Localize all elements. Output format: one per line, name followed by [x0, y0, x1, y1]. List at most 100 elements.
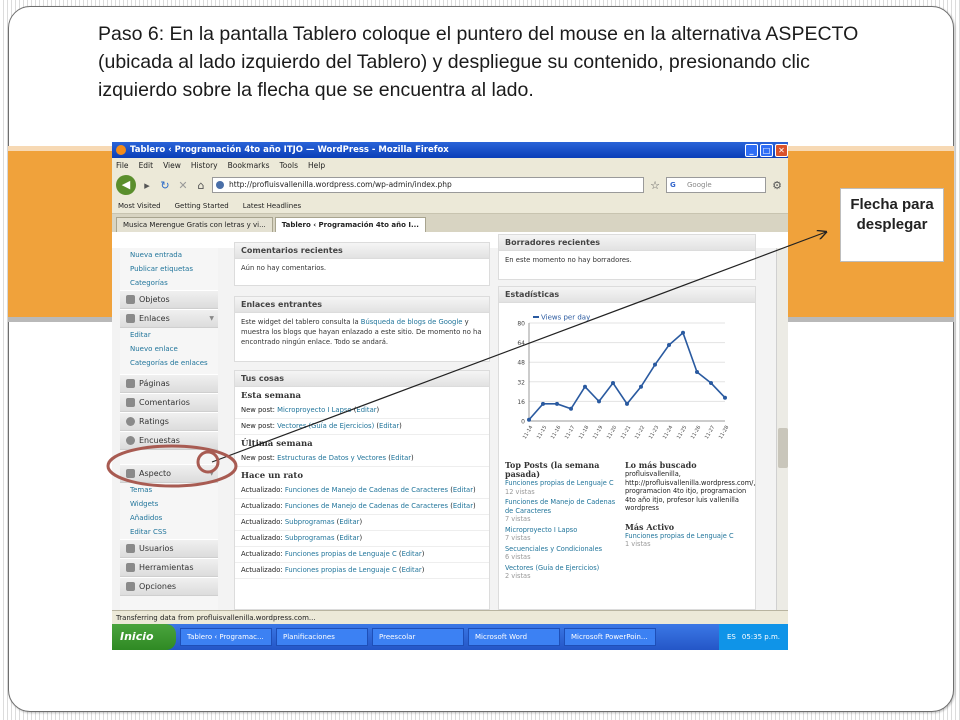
task-word[interactable]: Microsoft Word — [468, 628, 560, 646]
start-button[interactable]: Inicio — [112, 624, 176, 650]
post-link[interactable]: Funciones propias de Lenguaje C — [285, 566, 397, 574]
mas-activo-link[interactable]: Funciones propias de Lenguaje C — [625, 532, 755, 541]
edit-link[interactable]: Editar — [339, 534, 359, 542]
menu-tools[interactable]: Tools — [280, 161, 298, 170]
admin-sidebar: Nueva entrada Publicar etiquetas Categor… — [120, 248, 218, 610]
sidebar-categorias[interactable]: Categorías — [120, 276, 218, 290]
post-link[interactable]: Funciones de Manejo de Cadenas de Caract… — [285, 486, 448, 494]
post-link[interactable]: Subprogramas — [285, 518, 335, 526]
addons-icon[interactable]: ⚙ — [770, 179, 784, 192]
edit-link[interactable]: Editar — [356, 406, 376, 414]
post-link[interactable]: Subprogramas — [285, 534, 335, 542]
sidebar-publicar-etiquetas[interactable]: Publicar etiquetas — [120, 262, 218, 276]
chevron-down-icon[interactable]: ▼ — [209, 315, 214, 322]
forward-icon[interactable]: ▸ — [140, 179, 154, 192]
activity-row: New post: Microproyecto I Lapso (Editar) — [235, 403, 489, 419]
sidebar-item-label: Páginas — [139, 379, 170, 388]
sidebar-item-paginas[interactable]: Páginas — [120, 374, 218, 393]
edit-link[interactable]: Editar — [453, 502, 473, 510]
bookmark-getting-started[interactable]: Getting Started — [175, 202, 229, 210]
edit-link[interactable]: Editar — [391, 454, 411, 462]
browser-screenshot: Tablero ‹ Programación 4to año ITJO — Wo… — [112, 142, 788, 650]
widget-title: Tus cosas — [235, 371, 489, 387]
menu-file[interactable]: File — [116, 161, 129, 170]
widget-estadisticas: Estadísticas 0 16 32 48 64 80 Views per day 11-… — [498, 286, 756, 610]
sidebar-item-objetos[interactable]: Objetos — [120, 290, 218, 309]
home-icon[interactable]: ⌂ — [194, 179, 208, 192]
sidebar-item-label: Usuarios — [139, 544, 174, 553]
search-terms: profluisvallenilla, http://profluisvalle… — [625, 470, 756, 512]
edit-link[interactable]: Editar — [339, 518, 359, 526]
post-link[interactable]: Funciones propias de Lenguaje C — [285, 550, 397, 558]
activity-row: Actualizado: Funciones propias de Lengua… — [235, 563, 489, 579]
data-point — [597, 399, 601, 404]
post-link[interactable]: Estructuras de Datos y Vectores — [277, 454, 386, 462]
google-blog-search-link[interactable]: Búsqueda de blogs de Google — [361, 318, 463, 326]
vertical-scrollbar[interactable] — [776, 248, 788, 610]
maximize-icon[interactable]: □ — [760, 143, 773, 157]
menu-bookmarks[interactable]: Bookmarks — [228, 161, 270, 170]
sidebar-item-usuarios[interactable]: Usuarios — [120, 539, 218, 558]
clock: 05:35 p.m. — [741, 633, 780, 641]
top-post-link[interactable]: Secuenciales y Condicionales — [505, 545, 623, 554]
sidebar-item-comentarios[interactable]: Comentarios — [120, 393, 218, 412]
tab-tablero[interactable]: Tablero ‹ Programación 4to año I... — [274, 217, 426, 232]
sidebar-item-enlaces[interactable]: Enlaces ▼ — [120, 309, 218, 328]
sidebar-item-herramientas[interactable]: Herramientas — [120, 558, 218, 577]
sidebar-anadidos[interactable]: Añadidos — [120, 511, 218, 525]
sidebar-nuevo-enlace[interactable]: Nuevo enlace — [120, 342, 218, 356]
sidebar-item-opciones[interactable]: Opciones — [120, 577, 218, 596]
top-post-link[interactable]: Funciones de Manejo de Cadenas de Caract… — [505, 498, 623, 515]
post-link[interactable]: Microproyecto I Lapso — [277, 406, 351, 414]
task-preescolar[interactable]: Preescolar — [372, 628, 464, 646]
sidebar-item-encuestas[interactable]: Encuestas — [120, 431, 218, 450]
x-tick-label: 11-23 — [648, 425, 660, 441]
language-indicator[interactable]: ES — [727, 624, 736, 650]
sidebar-item-aspecto[interactable]: Aspecto ▼ — [120, 464, 218, 483]
edit-link[interactable]: Editar — [402, 566, 422, 574]
bookmark-star-icon[interactable]: ☆ — [648, 179, 662, 192]
post-link[interactable]: Funciones de Manejo de Cadenas de Caract… — [285, 502, 448, 510]
settings-icon — [126, 582, 135, 591]
stop-icon[interactable]: ✕ — [176, 179, 190, 192]
activity-prefix: New post: — [241, 454, 278, 462]
task-powerpoint[interactable]: Microsoft PowerPoin... — [564, 628, 656, 646]
edit-link[interactable]: Editar — [402, 550, 422, 558]
edit-link[interactable]: Editar — [379, 422, 399, 430]
menu-edit[interactable]: Edit — [139, 161, 154, 170]
close-icon[interactable]: ✕ — [775, 143, 788, 157]
tab-musica[interactable]: Musica Merengue Gratis con letras y vi..… — [116, 217, 273, 232]
edit-link[interactable]: Editar — [453, 486, 473, 494]
address-bar[interactable]: http://profluisvallenilla.wordpress.com/… — [212, 177, 644, 193]
sidebar-widgets[interactable]: Widgets — [120, 497, 218, 511]
x-tick-label: 11-14 — [522, 425, 534, 441]
media-icon — [126, 295, 135, 304]
top-post-link[interactable]: Funciones propias de Lenguaje C — [505, 479, 623, 488]
activity-prefix: Actualizado: — [241, 486, 285, 494]
sidebar-item-ratings[interactable]: Ratings — [120, 412, 218, 431]
views-per-day-chart: 01632486480Views per day11-14 11-15 11-16 1… — [517, 314, 730, 441]
firefox-icon — [116, 145, 126, 155]
menu-help[interactable]: Help — [308, 161, 325, 170]
bookmark-most-visited[interactable]: Most Visited — [118, 202, 161, 210]
aspecto-expand-arrow-icon[interactable]: ▼ — [209, 470, 214, 477]
top-post-link[interactable]: Vectores (Guía de Ejercicios) — [505, 564, 623, 573]
sidebar-nueva-entrada[interactable]: Nueva entrada — [120, 248, 218, 262]
minimize-icon[interactable]: _ — [745, 143, 758, 157]
menu-view[interactable]: View — [163, 161, 181, 170]
sidebar-categorias-enlaces[interactable]: Categorías de enlaces — [120, 356, 218, 370]
post-link[interactable]: Vectores (Guía de Ejercicios) — [277, 422, 374, 430]
reload-icon[interactable]: ↻ — [158, 179, 172, 192]
sidebar-item-label: Encuestas — [139, 436, 180, 445]
sidebar-enlaces-editar[interactable]: Editar — [120, 328, 218, 342]
scrollbar-thumb[interactable] — [778, 428, 788, 468]
task-tablero[interactable]: Tablero ‹ Programac... — [180, 628, 272, 646]
sidebar-temas[interactable]: Temas — [120, 483, 218, 497]
task-planificaciones[interactable]: Planificaciones — [276, 628, 368, 646]
sidebar-editar-css[interactable]: Editar CSS — [120, 525, 218, 539]
menu-history[interactable]: History — [191, 161, 218, 170]
bookmark-latest-headlines[interactable]: Latest Headlines — [243, 202, 301, 210]
back-icon[interactable]: ◀ — [116, 175, 136, 195]
search-input[interactable]: Google — [666, 177, 766, 193]
top-post-link[interactable]: Microproyecto I Lapso — [505, 526, 623, 535]
